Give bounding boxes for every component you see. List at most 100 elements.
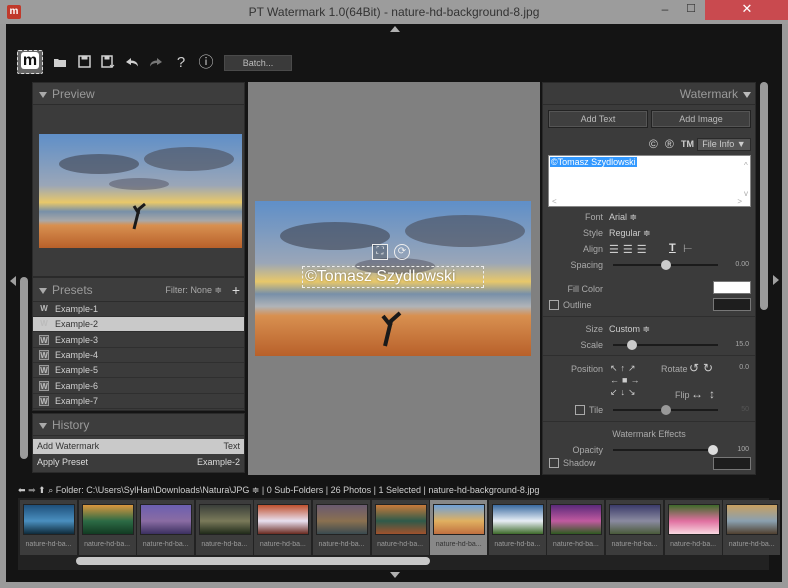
size-label: Size (585, 324, 603, 334)
file-info-dropdown[interactable]: File Info ▼ (697, 138, 751, 151)
preset-item[interactable]: W Example-5 (33, 363, 244, 379)
copyright-symbol-button[interactable]: © (649, 137, 658, 151)
align-left-icon[interactable]: ☰ (609, 244, 623, 256)
tile-slider-knob[interactable] (660, 405, 671, 415)
preset-item[interactable]: W Example-7 (33, 394, 244, 409)
save-as-icon[interactable] (100, 55, 116, 71)
flip-vertical-icon[interactable]: ↕ (709, 387, 715, 401)
flip-horizontal-icon[interactable]: ↔ (691, 387, 703, 401)
outline-checkbox[interactable] (549, 300, 559, 310)
help-icon[interactable]: ? (173, 55, 189, 71)
thumbnail[interactable]: nature-hd-ba... (723, 500, 781, 555)
filmstrip-scrollbar[interactable] (76, 557, 430, 565)
up-arrow-icon[interactable]: ⬆ (38, 485, 46, 495)
save-icon[interactable] (76, 55, 92, 71)
undo-icon[interactable] (124, 55, 140, 71)
text-direction-icon[interactable]: T (669, 242, 676, 254)
filter-dropdown[interactable]: Filter: None ≑ (165, 278, 222, 302)
open-folder-icon[interactable] (52, 55, 68, 71)
thumbnail[interactable]: nature-hd-ba... (313, 500, 370, 555)
history-header[interactable]: History (33, 414, 244, 436)
watermark-header[interactable]: Watermark (543, 83, 755, 105)
position-bottom-right-icon[interactable]: ↘ (628, 387, 639, 397)
align-right-icon[interactable]: ☰ (637, 244, 651, 256)
thumbnail[interactable]: nature-hd-ba... (78, 500, 136, 555)
collapse-right-arrow-icon[interactable] (773, 275, 779, 285)
preset-item[interactable]: W Example-1 (33, 302, 244, 317)
left-panel-scrollbar[interactable] (20, 277, 28, 459)
rotate-handle-icon[interactable]: ⟳ (394, 244, 410, 260)
opacity-slider-knob[interactable] (708, 445, 718, 455)
watermark-text-input[interactable]: ©Tomasz Szydlowski ^ v < > (548, 155, 751, 207)
outline-color-swatch[interactable] (713, 298, 751, 311)
back-arrow-icon[interactable]: ⬅ (18, 485, 26, 495)
spacing-slider[interactable] (613, 259, 718, 271)
thumbnail[interactable]: nature-hd-ba... (137, 500, 195, 555)
opacity-slider[interactable] (613, 444, 718, 456)
spacing-slider-knob[interactable] (660, 260, 671, 270)
thumbnail[interactable]: nature-hd-ba... (547, 500, 605, 555)
collapse-bottom-arrow-icon[interactable] (390, 572, 400, 578)
right-panel-scrollbar[interactable] (760, 82, 768, 310)
rotate-ccw-icon[interactable]: ↺ (689, 361, 699, 375)
preset-item[interactable]: W Example-4 (33, 348, 244, 363)
thumbnail[interactable]: nature-hd-ba... (664, 500, 722, 555)
close-button[interactable]: ✕ (705, 0, 788, 20)
thumbnail[interactable]: nature-hd-ba... (254, 500, 312, 555)
registered-symbol-button[interactable]: ® (665, 137, 674, 151)
thumbnail[interactable]: nature-hd-ba... (606, 500, 663, 555)
preview-header[interactable]: Preview (33, 83, 244, 105)
textarea-vertical-scroll-icon[interactable]: ^ v (744, 159, 748, 201)
thumbnail-image (81, 504, 134, 535)
textarea-horizontal-scroll-icon[interactable]: < > (552, 197, 742, 206)
thumbnail[interactable]: nature-hd-ba... (430, 500, 488, 555)
maximize-button[interactable]: ☐ (678, 2, 704, 20)
add-text-button[interactable]: Add Text (548, 110, 648, 128)
thumbnail[interactable]: nature-hd-ba... (371, 500, 429, 555)
add-preset-button[interactable]: + (232, 278, 240, 302)
size-select[interactable]: Custom ≑ (609, 324, 650, 335)
thumbnail[interactable]: nature-hd-ba... (195, 500, 253, 555)
forward-arrow-icon[interactable]: ➡ (28, 485, 36, 495)
preset-item[interactable]: W Example-3 (33, 333, 244, 348)
position-top-left-icon[interactable]: ↖ (610, 363, 621, 373)
font-select[interactable]: Arial ≑ (609, 212, 637, 223)
redo-icon[interactable] (148, 55, 164, 71)
position-top-right-icon[interactable]: ↗ (628, 363, 639, 373)
position-left-icon[interactable]: ← (610, 375, 622, 385)
scale-slider-knob[interactable] (627, 340, 638, 350)
presets-header[interactable]: Presets Filter: None ≑ + (33, 278, 244, 302)
text-spacing-icon[interactable]: ⊢ (683, 242, 693, 255)
batch-button[interactable]: Batch... (224, 55, 292, 71)
collapse-top-arrow-icon[interactable] (390, 26, 400, 32)
fill-color-swatch[interactable] (713, 281, 751, 294)
minimize-button[interactable]: – (652, 2, 678, 20)
rotate-cw-icon[interactable]: ↻ (703, 361, 713, 375)
watermark-overlay[interactable]: ©Tomasz Szydlowski (302, 266, 484, 288)
history-item[interactable]: Add Watermark Text (33, 439, 244, 454)
search-icon[interactable]: ⌕ (48, 485, 53, 495)
thumbnail[interactable]: nature-hd-ba... (20, 500, 77, 555)
preset-item[interactable]: W Example-6 (33, 379, 244, 394)
shadow-checkbox[interactable] (549, 458, 559, 468)
folder-path-dropdown[interactable]: C:\Users\SylHan\Downloads\Natura\JPG ≑ (86, 485, 259, 495)
preset-item[interactable]: W Example-2 (33, 317, 244, 333)
collapse-left-arrow-icon[interactable] (10, 276, 16, 286)
shadow-color-swatch[interactable] (713, 457, 751, 470)
effects-title: Watermark Effects (612, 429, 686, 439)
position-top-icon[interactable]: ↑ (621, 363, 629, 373)
tile-slider[interactable] (613, 404, 718, 416)
fit-to-image-icon[interactable]: ⛶ (372, 244, 388, 260)
add-image-button[interactable]: Add Image (651, 110, 751, 128)
position-right-icon[interactable]: → (630, 375, 642, 385)
scale-slider[interactable] (613, 339, 718, 351)
position-bottom-left-icon[interactable]: ↙ (610, 387, 621, 397)
tile-checkbox[interactable] (575, 405, 585, 415)
info-icon[interactable]: ⓘ (198, 55, 214, 71)
align-center-icon[interactable]: ☰ (623, 244, 637, 256)
history-item[interactable]: Apply Preset Example-2 (33, 455, 244, 470)
style-select[interactable]: Regular ≑ (609, 228, 651, 239)
position-bottom-icon[interactable]: ↓ (621, 387, 629, 397)
trademark-symbol-button[interactable]: TM (681, 139, 694, 149)
thumbnail[interactable]: nature-hd-ba... (488, 500, 546, 555)
